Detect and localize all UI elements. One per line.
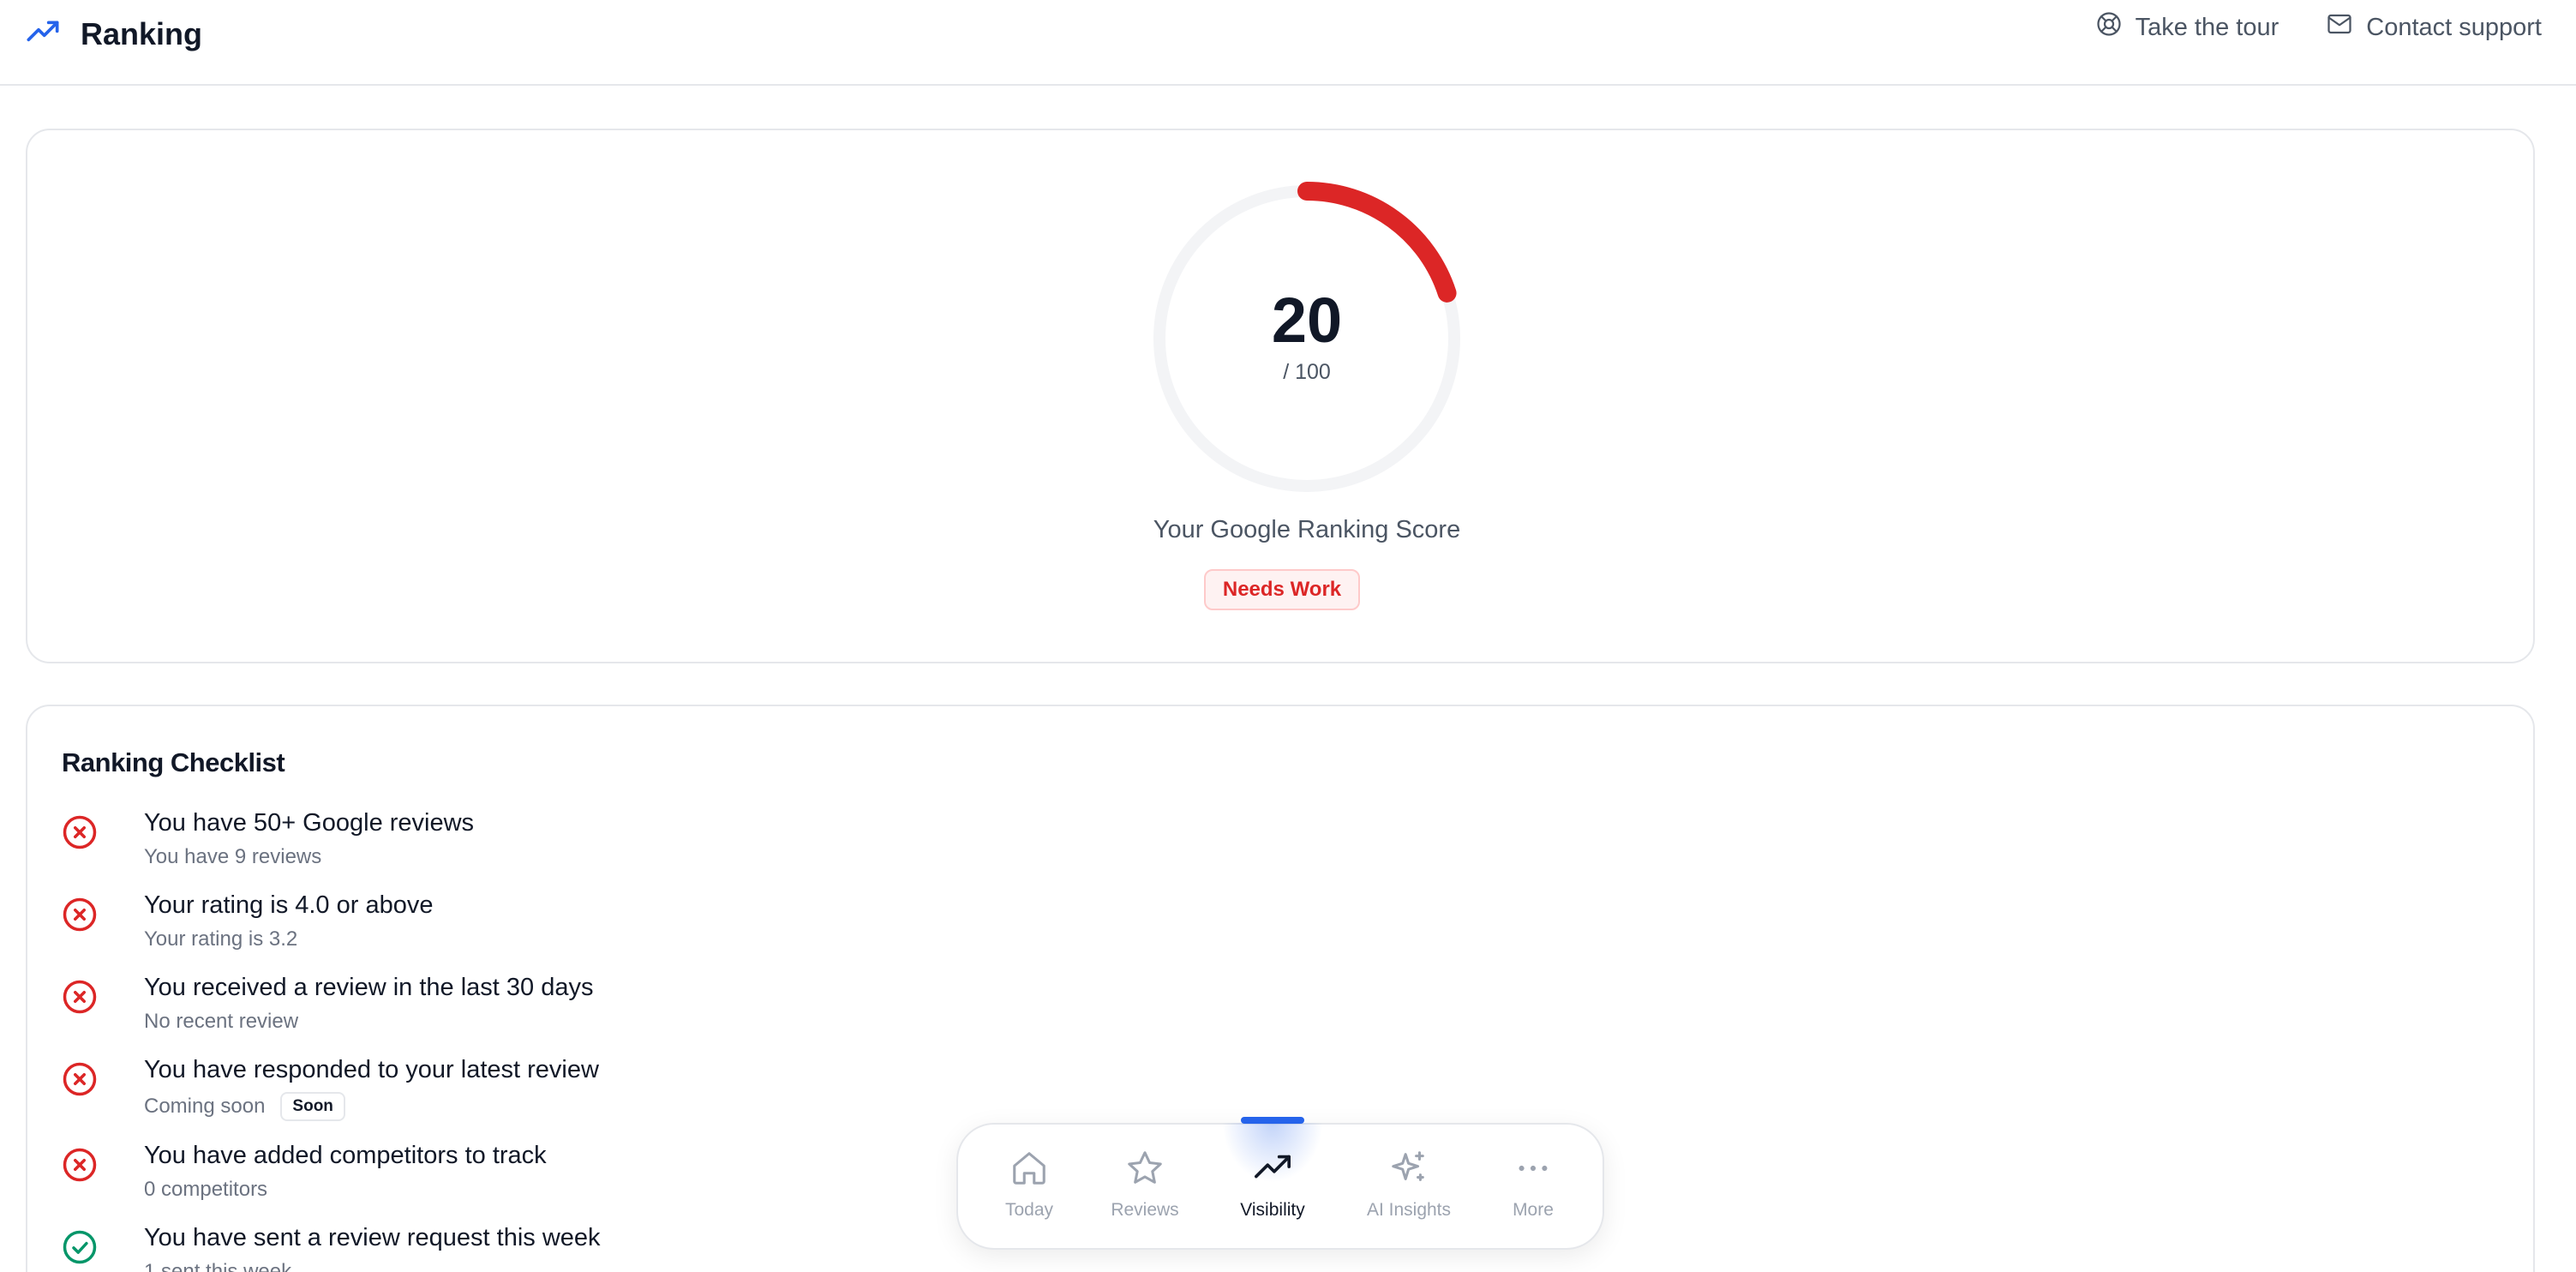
checklist-item-title: You have added competitors to track: [144, 1142, 547, 1169]
take-tour-label: Take the tour: [2135, 13, 2279, 41]
x-circle-icon: [62, 1061, 98, 1097]
nav-tab-ai-insights[interactable]: AI Insights: [1345, 1149, 1473, 1221]
contact-support-label: Contact support: [2366, 13, 2542, 41]
x-circle-icon: [62, 979, 98, 1015]
checklist-item-subtitle: No recent review: [144, 1010, 299, 1033]
trending-up-icon: [1208, 1149, 1337, 1188]
nav-tab-today[interactable]: Today: [965, 1149, 1093, 1221]
header-actions: Take the tour Contact support: [2048, 9, 2542, 46]
page-title: Ranking: [81, 16, 203, 51]
nav-tab-label: Reviews: [1111, 1200, 1179, 1220]
gauge-progress-arc: [1297, 182, 1457, 303]
home-icon: [965, 1149, 1093, 1188]
contact-support-button[interactable]: Contact support: [2327, 11, 2542, 44]
checklist-item-title: You have 50+ Google reviews: [144, 809, 475, 837]
nav-tab-visibility[interactable]: Visibility: [1208, 1149, 1337, 1221]
nav-tab-more[interactable]: More: [1469, 1149, 1597, 1221]
more-horizontal-icon: [1469, 1149, 1597, 1188]
x-circle-icon: [62, 1147, 98, 1183]
top-header: Ranking Take the tour Contact support: [0, 0, 2576, 86]
star-icon: [1081, 1149, 1209, 1188]
lifebuoy-icon: [2096, 11, 2136, 44]
page-title-group: Ranking: [26, 12, 202, 57]
nav-tab-label: More: [1513, 1200, 1554, 1220]
mail-icon: [2327, 11, 2366, 44]
checklist-item-title: You have sent a review request this week: [144, 1224, 601, 1251]
score-value: 20: [1271, 285, 1343, 356]
trending-up-icon: [26, 15, 81, 54]
x-circle-icon: [62, 814, 98, 850]
checklist-item-subtitle: 1 sent this week: [144, 1260, 292, 1272]
ranking-score-card: 20 / 100 Your Google Ranking Score Needs…: [26, 129, 2535, 663]
nav-tab-label: Visibility: [1240, 1200, 1305, 1220]
x-circle-icon: [62, 897, 98, 933]
take-tour-button[interactable]: Take the tour: [2096, 11, 2279, 44]
checklist-item-subtitle: Coming soon: [144, 1095, 266, 1118]
soon-badge: Soon: [280, 1092, 345, 1121]
checklist-item-subtitle: Your rating is 3.2: [144, 927, 298, 951]
checklist-item-title: Your rating is 4.0 or above: [144, 891, 434, 919]
nav-tab-label: AI Insights: [1366, 1200, 1452, 1220]
checklist-item-title: You have responded to your latest review: [144, 1056, 599, 1083]
checklist-item-title: You received a review in the last 30 day…: [144, 974, 594, 1001]
nav-tab-reviews[interactable]: Reviews: [1081, 1149, 1209, 1221]
ranking-page: Ranking Take the tour Contact support 20…: [0, 0, 2576, 1272]
score-max: / 100: [1283, 360, 1331, 384]
checklist-item-subtitle: 0 competitors: [144, 1178, 268, 1201]
status-badge-wrap: Needs Work: [27, 569, 2537, 610]
score-label: Your Google Ranking Score: [1153, 516, 1461, 543]
sparkles-icon: [1345, 1149, 1473, 1188]
status-badge: Needs Work: [1203, 569, 1361, 610]
active-tab-indicator: [1241, 1117, 1304, 1124]
checklist-item-subtitle: You have 9 reviews: [144, 845, 322, 868]
nav-tab-label: Today: [1004, 1200, 1054, 1220]
checklist-title: Ranking Checklist: [62, 747, 285, 777]
check-circle-icon: [62, 1229, 98, 1265]
